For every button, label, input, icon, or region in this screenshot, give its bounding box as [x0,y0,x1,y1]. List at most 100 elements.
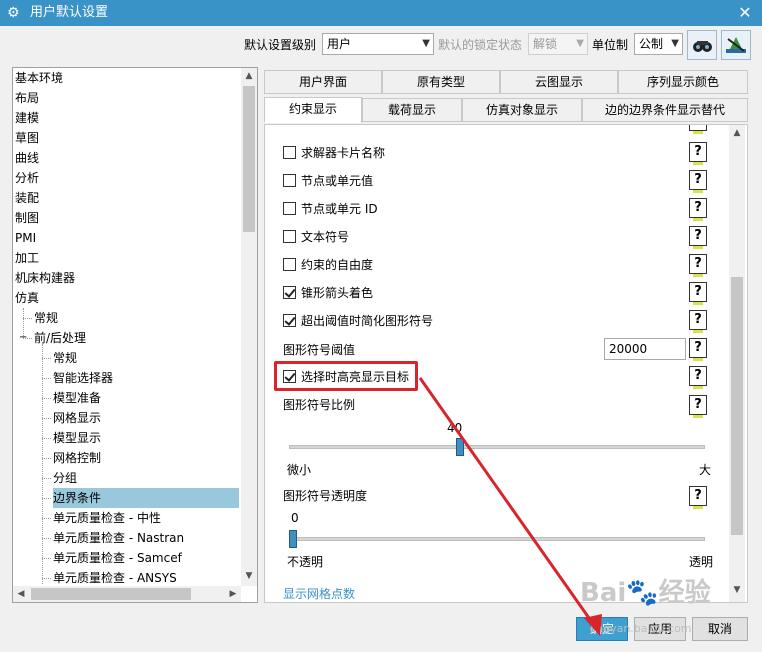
scale-slider-track[interactable] [289,445,705,449]
scroll-up-icon[interactable]: ▲ [729,125,745,141]
tree-item[interactable]: 制图 [15,208,39,228]
tab-edge-bc-override[interactable]: 边的边界条件显示替代 [582,98,748,122]
transparency-min-label: 不透明 [287,555,324,569]
option-label: 约束的自由度 [301,258,374,272]
help-icon[interactable]: ? [689,310,707,333]
tree-item[interactable]: PMI [15,228,36,248]
tree-item[interactable]: 单元质量检查 - ANSYS [53,568,177,588]
help-icon[interactable]: ? [689,254,707,277]
scroll-right-icon[interactable]: ▶ [225,586,241,602]
transparency-value: 0 [291,511,299,525]
tree-item[interactable]: 分组 [53,468,77,488]
tree-item[interactable]: 基本环境 [15,68,63,88]
scale-value: 40 [447,421,463,435]
manage-button[interactable] [721,30,751,60]
tree-item[interactable]: 仿真 [15,288,39,308]
help-icon[interactable]: ? [689,366,707,389]
tab-sim-object-display[interactable]: 仿真对象显示 [462,98,582,122]
tree-item[interactable]: 布局 [15,88,39,108]
tree-item[interactable]: 边界条件 [53,488,239,508]
scale-min-label: 微小 [287,463,312,477]
tree-vscrollbar[interactable]: ▲ ▼ [241,68,257,586]
tree-item[interactable]: 装配 [15,188,39,208]
help-icon[interactable]: ? [689,125,707,134]
tree-item[interactable]: 建模 [15,108,39,128]
help-icon[interactable]: ? [689,486,707,509]
tree-item[interactable]: 常规 [53,348,77,368]
option-checkbox[interactable] [283,146,296,159]
option-checkbox[interactable] [283,230,296,243]
tree-item[interactable]: 常规 [34,308,58,328]
mesh-point-label: 显示网格点数 [283,587,356,601]
tree-item[interactable]: 单元质量检查 - Nastran [53,528,184,548]
chevron-down-icon: ▼ [576,38,584,49]
help-icon[interactable]: ? [689,198,707,221]
watermark-logo: Bai🐾经验 [580,578,711,608]
tree-item[interactable]: 加工 [15,248,39,268]
option-label: 锥形箭头着色 [301,286,374,300]
panel-vscrollbar[interactable]: ▲ ▼ [729,125,745,602]
scroll-thumb[interactable] [731,277,743,535]
close-icon[interactable]: ✕ [728,0,762,26]
scale-label: 图形符号比例 [283,398,356,412]
scroll-down-icon[interactable]: ▼ [729,582,745,598]
tree-item[interactable]: 网格控制 [53,448,101,468]
tree-hscrollbar[interactable]: ◀ ▶ [13,586,241,602]
scroll-down-icon[interactable]: ▼ [241,568,257,584]
tree-item[interactable]: 模型准备 [53,388,101,408]
tab-load-display[interactable]: 载荷显示 [362,98,462,122]
option-label: 求解器卡片名称 [301,146,386,160]
transparency-slider-thumb[interactable] [289,530,297,548]
find-button[interactable] [687,30,717,60]
level-select[interactable]: 用户 ▼ [322,33,434,55]
tree-connector [23,318,32,319]
tree-connector [42,358,51,359]
tree-item[interactable]: 智能选择器 [53,368,113,388]
help-icon[interactable]: ? [689,282,707,305]
help-icon[interactable]: ? [689,338,707,361]
tree-connector [42,398,51,399]
transparency-max-label: 透明 [689,555,714,569]
tree-connector [42,438,51,439]
scroll-up-icon[interactable]: ▲ [241,68,257,84]
transparency-slider-track[interactable] [289,537,705,541]
watermark-url: jingyan.baidu.com [590,622,692,635]
scroll-thumb[interactable] [243,86,255,232]
help-icon[interactable]: ? [689,226,707,249]
option-label: 超出阈值时简化图形符号 [301,314,434,328]
option-checkbox[interactable] [283,314,296,327]
transparency-label: 图形符号透明度 [283,489,368,503]
option-checkbox[interactable] [283,286,296,299]
tree-item[interactable]: 曲线 [15,148,39,168]
tab-sequence-color[interactable]: 序列显示颜色 [618,70,748,94]
collapse-icon[interactable]: − [19,333,27,343]
scroll-thumb[interactable] [31,588,191,600]
help-icon[interactable]: ? [689,170,707,193]
tree-item[interactable]: 单元质量检查 - 中性 [53,508,161,528]
help-icon[interactable]: ? [689,142,707,165]
tree-item[interactable]: 网格显示 [53,408,101,428]
scroll-left-icon[interactable]: ◀ [13,586,29,602]
option-checkbox[interactable] [283,174,296,187]
lock-label: 默认的锁定状态 [438,38,523,52]
tree-item[interactable]: 草图 [15,128,39,148]
tab-user-interface[interactable]: 用户界面 [264,70,382,94]
tree-item[interactable]: 分析 [15,168,39,188]
tree-connector [42,344,43,584]
threshold-input[interactable]: 20000 [604,338,686,360]
option-checkbox[interactable] [283,258,296,271]
tree-item[interactable]: 模型显示 [53,428,101,448]
option-checkbox[interactable] [283,202,296,215]
tab-legacy-type[interactable]: 原有类型 [382,70,500,94]
tab-contour-display[interactable]: 云图显示 [500,70,618,94]
scale-slider-thumb[interactable] [455,438,464,456]
manage-icon [726,37,746,53]
cancel-button[interactable]: 取消 [692,617,748,641]
unit-select[interactable]: 公制 ▼ [634,33,683,55]
help-icon[interactable]: ? [689,395,707,418]
tree-item[interactable]: 机床构建器 [15,268,75,288]
tree-connector [42,498,51,499]
category-tree[interactable]: 基本环境 布局 建模 草图 曲线 分析 装配 制图 PMI 加工 机床构建器 仿真 常规 前/后处理 常规智… [12,67,258,603]
tree-item[interactable]: 单元质量检查 - Samcef [53,548,182,568]
tab-constraint-display[interactable]: 约束显示 [264,97,362,123]
